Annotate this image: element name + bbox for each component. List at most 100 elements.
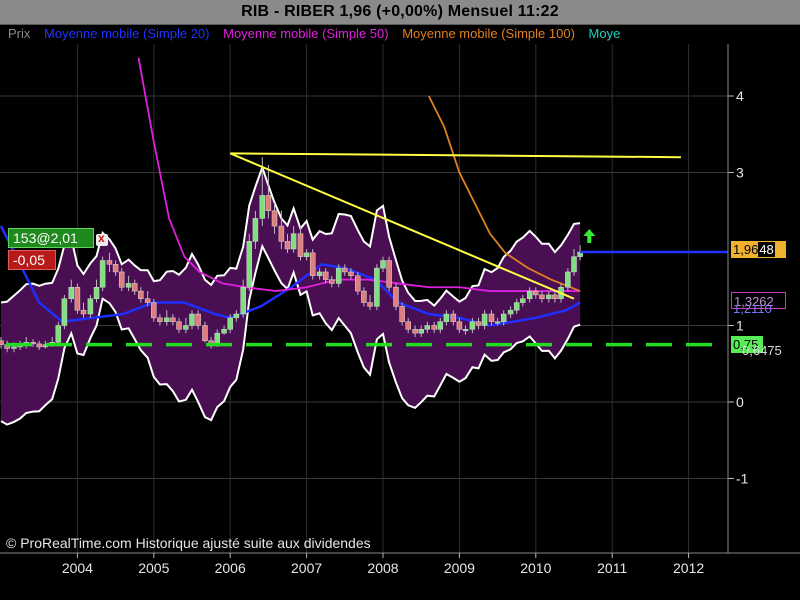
candle-body (539, 294, 545, 299)
chart-canvas[interactable]: 4 3 1 0 -1 2004 2005 2006 2007 2008 2009 2010 2011 20… (0, 0, 800, 600)
candle-body (399, 306, 405, 322)
order-tag[interactable]: 153@2,01 (8, 228, 94, 248)
candle-body (469, 321, 476, 330)
candle-body (361, 290, 367, 303)
x-tick-label: 2007 (291, 560, 322, 576)
candle-body (36, 343, 42, 348)
candle-body (297, 233, 304, 257)
candle-body (61, 298, 68, 326)
candle-body (290, 233, 297, 250)
candle-body (500, 313, 507, 322)
candle-body (348, 271, 354, 277)
ma-hidden-value: 1,2110 (733, 305, 772, 316)
candle-body (507, 309, 514, 315)
candle-body (87, 298, 94, 315)
candle-body (571, 256, 577, 273)
candle-body (367, 302, 373, 307)
candle-body (195, 313, 201, 326)
order-tag-label: 153@2,01 (13, 230, 78, 246)
candle-body (437, 321, 444, 330)
candle-body (335, 267, 342, 284)
candle-body (355, 275, 361, 292)
y-tick-label: -1 (736, 471, 749, 487)
candle-body (450, 313, 457, 322)
candle-body (424, 325, 431, 330)
candle-body (99, 260, 106, 288)
candle-body (520, 298, 526, 303)
candle-body (475, 321, 482, 326)
candle-body (246, 241, 253, 288)
candle-body (303, 252, 310, 257)
y-tick-label: 4 (736, 88, 744, 104)
candle-body (157, 317, 163, 322)
candle-body (278, 225, 285, 242)
last-price-part1: 1,96 (733, 242, 759, 257)
x-tick-label: 2005 (138, 560, 169, 576)
candle-body (221, 329, 227, 334)
support-hidden-label: 0,6475 (740, 342, 785, 359)
candle-body (393, 287, 399, 307)
candle-body (418, 329, 424, 334)
copyright-notice: © ProRealTime.com Historique ajusté suit… (6, 535, 371, 551)
candle-body (252, 218, 259, 242)
candle-body (405, 321, 411, 330)
candle-body (74, 287, 81, 311)
candle-body (233, 313, 240, 319)
x-tick-label: 2009 (444, 560, 475, 576)
candle-body (412, 329, 418, 334)
close-icon: x (98, 231, 105, 245)
order-close-button[interactable]: x (96, 231, 108, 246)
candle-body (322, 271, 329, 280)
candle-body (374, 267, 380, 307)
candle-body (462, 329, 469, 332)
last-price-part2: 48 (758, 242, 775, 257)
candle-body (443, 313, 450, 322)
candle-body (55, 325, 62, 343)
candle-body (481, 313, 488, 326)
candle-body (189, 313, 195, 326)
candle-body (329, 279, 335, 284)
candle-body (431, 325, 437, 330)
candle-body (316, 271, 323, 277)
candle-body (106, 260, 113, 265)
candle-body (456, 321, 463, 330)
candle-body (380, 260, 386, 269)
last-price-label: 1,9648 (731, 241, 786, 258)
pnl-tag: -0,05 (8, 250, 56, 270)
y-tick-label: 3 (736, 165, 744, 181)
x-tick-label: 2004 (62, 560, 93, 576)
candle-body (513, 302, 520, 311)
candle-body (0, 340, 4, 345)
candle-body (546, 294, 552, 299)
candle-body (118, 271, 125, 288)
candle-body (227, 317, 233, 330)
x-tick-label: 2010 (520, 560, 551, 576)
candle-body (151, 302, 157, 319)
candle-body (183, 325, 189, 330)
candle-body (494, 321, 501, 324)
candle-body (138, 290, 144, 299)
y-tick-label: 0 (736, 394, 744, 410)
candle-body (565, 271, 571, 288)
x-tick-label: 2012 (673, 560, 704, 576)
candle-body (271, 210, 278, 227)
candle-body (202, 325, 208, 342)
candle-body (259, 195, 266, 219)
candle-body (265, 195, 272, 211)
candle-body (342, 267, 348, 273)
candle-body (11, 346, 17, 349)
candle-body (386, 260, 392, 288)
candle-body (240, 287, 246, 315)
x-tick-label: 2011 (597, 560, 627, 576)
candle-body (80, 309, 87, 315)
candle-body (68, 287, 75, 299)
candle-body (131, 283, 138, 292)
candle-body (164, 317, 170, 322)
candle-body (533, 290, 539, 296)
candle-body (552, 294, 558, 299)
x-tick-label: 2008 (367, 560, 398, 576)
y-tick-label: 1 (736, 318, 744, 334)
candle-body (170, 317, 176, 322)
candle-body (284, 241, 291, 250)
candle-body (176, 321, 182, 330)
